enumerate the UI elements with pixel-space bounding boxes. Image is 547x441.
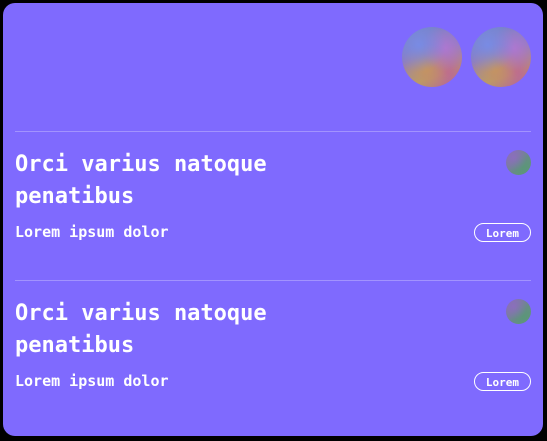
tag-button[interactable]: Lorem xyxy=(473,223,531,242)
avatar-group xyxy=(402,27,531,87)
divider xyxy=(15,131,531,132)
item-title: Orci varius natoque penatibus xyxy=(15,301,267,358)
item-title: Orci varius natoque penatibus xyxy=(15,152,267,209)
avatar[interactable] xyxy=(506,150,531,175)
list-item: Orci varius natoque penatibus Lorem ipsu… xyxy=(15,149,531,269)
card: Orci varius natoque penatibus Lorem ipsu… xyxy=(3,3,543,436)
avatar[interactable] xyxy=(506,299,531,324)
tag-button[interactable]: Lorem xyxy=(473,372,531,391)
divider xyxy=(15,280,531,281)
list-item: Orci varius natoque penatibus Lorem ipsu… xyxy=(15,298,531,418)
item-subtitle: Lorem ipsum dolor xyxy=(15,372,169,390)
avatar[interactable] xyxy=(402,27,462,87)
item-subtitle: Lorem ipsum dolor xyxy=(15,223,169,241)
avatar[interactable] xyxy=(471,27,531,87)
